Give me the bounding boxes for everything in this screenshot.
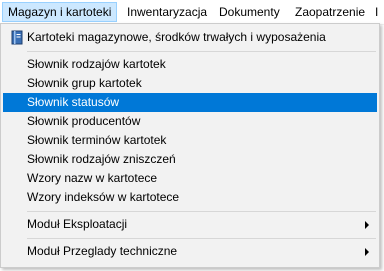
menu-item-slownik-statusow[interactable]: Słownik statusów	[3, 93, 377, 112]
menu-separator	[27, 211, 376, 212]
menu-item-modul-przeglady[interactable]: Moduł Przeglady techniczne	[3, 242, 377, 261]
chevron-right-icon	[365, 248, 369, 256]
menu-item-label: Słownik grup kartotek	[27, 76, 142, 90]
menu-item-label: Słownik rodzajów kartotek	[27, 57, 166, 71]
menu-item-label: Moduł Eksploatacji	[27, 217, 128, 231]
menu-item-label: Kartoteki magazynowe, środków trwałych i…	[27, 30, 326, 44]
dropdown-menu: Kartoteki magazynowe, środków trwałych i…	[0, 23, 380, 268]
menu-item-slownik-rodzajow-zniszczen[interactable]: Słownik rodzajów zniszczeń	[3, 150, 377, 169]
menu-item-label: Moduł Przeglady techniczne	[27, 244, 178, 258]
menu-bar: Magazyn i kartoteki Inwentaryzacja Dokum…	[0, 0, 384, 25]
menu-item-slownik-terminow-kartotek[interactable]: Słownik terminów kartotek	[3, 131, 377, 150]
menu-item-wzory-nazw[interactable]: Wzory nazw w kartotece	[3, 169, 377, 188]
menu-item-slownik-grup-kartotek[interactable]: Słownik grup kartotek	[3, 74, 377, 93]
menu-item-modul-eksploatacji[interactable]: Moduł Eksploatacji	[3, 215, 377, 234]
menu-item-slownik-rodzajow-kartotek[interactable]: Słownik rodzajów kartotek	[3, 55, 377, 74]
menu-item-slownik-producentow[interactable]: Słownik producentów	[3, 112, 377, 131]
menubar-item-dokumenty[interactable]: Dokumenty	[214, 2, 285, 22]
menu-item-label: Słownik producentów	[27, 114, 141, 128]
menu-item-wzory-indeksow[interactable]: Wzory indeksów w kartotece	[3, 188, 377, 207]
menu-item-label: Wzory nazw w kartotece	[27, 171, 158, 185]
chevron-right-icon	[365, 221, 369, 229]
menubar-item-more[interactable]: I	[370, 2, 383, 22]
menubar-item-magazyn[interactable]: Magazyn i kartoteki	[2, 2, 118, 22]
menubar-item-zaopatrzenie[interactable]: Zaopatrzenie	[290, 2, 370, 22]
menu-item-label: Słownik terminów kartotek	[27, 133, 167, 147]
menubar-item-inwentaryzacja[interactable]: Inwentaryzacja	[122, 2, 212, 22]
menu-item-kartoteki[interactable]: Kartoteki magazynowe, środków trwałych i…	[3, 28, 377, 47]
menu-separator	[27, 51, 376, 52]
menu-item-label: Słownik statusów	[27, 95, 120, 109]
book-icon	[11, 30, 23, 45]
menu-item-label: Słownik rodzajów zniszczeń	[27, 152, 176, 166]
menu-separator	[27, 238, 376, 239]
menu-item-label: Wzory indeksów w kartotece	[27, 190, 180, 204]
